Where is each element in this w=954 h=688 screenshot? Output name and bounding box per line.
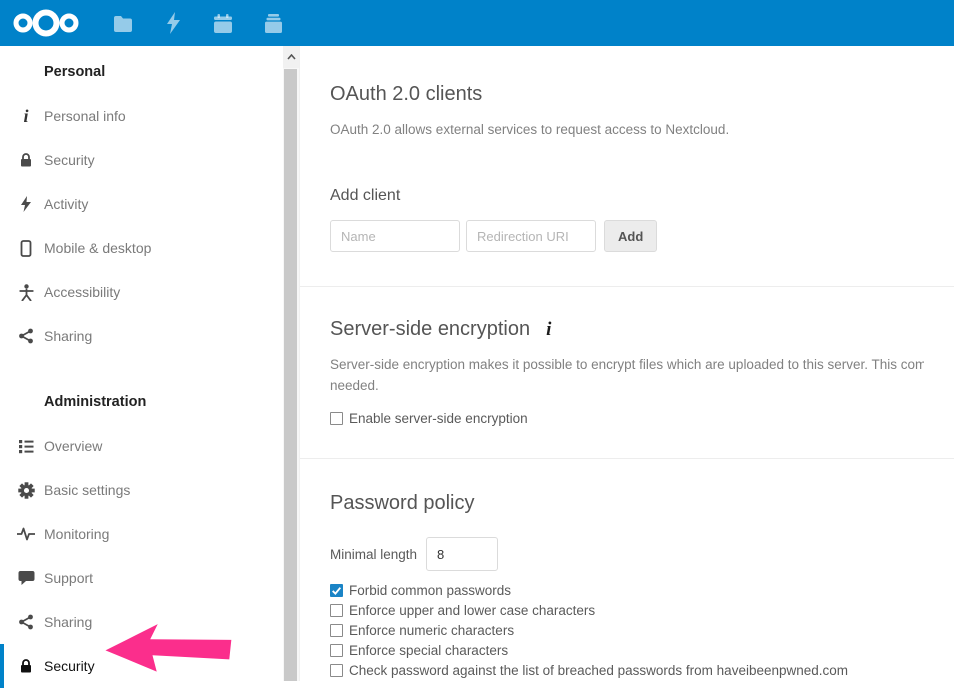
encryption-section: Server-side encryption i Server-side enc… [300,286,954,458]
lock-icon [16,152,36,168]
policy-checkbox-list: Forbid common passwords Enforce upper an… [330,580,924,680]
sidebar-item-sharing-personal[interactable]: Sharing [0,314,299,358]
share-icon [16,328,36,344]
add-client-button[interactable]: Add [604,220,657,252]
encryption-title: Server-side encryption [330,318,530,341]
policy-row-hibp: Check password against the list of breac… [330,660,924,680]
sidebar-item-security-personal[interactable]: Security [0,138,299,182]
list-icon [16,439,36,454]
sidebar-item-personal-info[interactable]: i Personal info [0,94,299,138]
policy-row-upper-lower: Enforce upper and lower case characters [330,600,924,620]
encryption-description-line2: needed. [330,375,924,396]
oauth-section: OAuth 2.0 clients OAuth 2.0 allows exter… [300,46,954,286]
minimal-length-label: Minimal length [330,547,417,562]
policy-row-numeric: Enforce numeric characters [330,620,924,640]
sidebar-scrollbar[interactable] [283,46,299,681]
sidebar-item-mobile-desktop[interactable]: Mobile & desktop [0,226,299,270]
policy-row-special: Enforce special characters [330,640,924,660]
settings-main-content: OAuth 2.0 clients OAuth 2.0 allows exter… [300,46,954,681]
scrollbar-up-arrow-icon[interactable] [283,46,299,68]
password-policy-section: Password policy Minimal length Forbid co… [300,458,954,681]
settings-sidebar: Personal i Personal info Security Activi… [0,46,300,681]
sidebar-item-activity[interactable]: Activity [0,182,299,226]
special-chars-checkbox[interactable] [330,644,343,657]
redirection-uri-input[interactable] [466,220,596,252]
app-files[interactable] [98,0,148,46]
app-calendar[interactable] [198,0,248,46]
encryption-description: Server-side encryption makes it possible… [330,354,924,396]
password-policy-title: Password policy [330,492,924,515]
lightning-icon [166,12,181,34]
sidebar-item-overview[interactable]: Overview [0,424,299,468]
sidebar-item-accessibility[interactable]: Accessibility [0,270,299,314]
archive-icon [263,14,284,33]
sidebar-caption-administration: Administration [0,380,299,424]
lock-icon [16,658,36,674]
share-icon [16,614,36,630]
encryption-description-line1: Server-side encryption makes it possible… [330,354,924,375]
forbid-common-checkbox[interactable] [330,584,343,597]
sidebar-item-security-admin[interactable]: Security [0,644,299,688]
phone-icon [16,240,36,257]
sidebar-section-gap [0,358,299,380]
enable-encryption-label: Enable server-side encryption [349,411,528,426]
chat-icon [16,570,36,586]
nextcloud-logo-icon [13,8,79,38]
folder-icon [113,15,133,32]
upper-lower-checkbox[interactable] [330,604,343,617]
pulse-icon [16,527,36,541]
enable-encryption-checkbox[interactable] [330,412,343,425]
sidebar-item-sharing-admin[interactable]: Sharing [0,600,299,644]
policy-row-forbid-common: Forbid common passwords [330,580,924,600]
client-name-input[interactable] [330,220,460,252]
accessibility-icon [16,284,36,301]
sidebar-item-support[interactable]: Support [0,556,299,600]
enable-encryption-row: Enable server-side encryption [330,408,924,428]
sidebar-item-basic-settings[interactable]: Basic settings [0,468,299,512]
top-header-bar [0,0,954,46]
numeric-checkbox[interactable] [330,624,343,637]
app-activity[interactable] [148,0,198,46]
nextcloud-logo[interactable] [10,0,82,46]
oauth-title: OAuth 2.0 clients [330,83,924,106]
sidebar-item-monitoring[interactable]: Monitoring [0,512,299,556]
add-client-form: Add [330,220,924,252]
gear-icon [16,482,36,499]
oauth-description: OAuth 2.0 allows external services to re… [330,119,924,140]
check-icon [331,585,342,596]
scrollbar-thumb[interactable] [284,69,297,681]
calendar-icon [213,14,233,33]
app-deck[interactable] [248,0,298,46]
minimal-length-row: Minimal length [330,537,924,571]
info-icon: i [16,108,36,124]
info-icon[interactable]: i [546,319,551,341]
minimal-length-input[interactable] [426,537,498,571]
sidebar-caption-personal: Personal [0,50,299,94]
lightning-icon [16,196,36,212]
hibp-checkbox[interactable] [330,664,343,677]
add-client-label: Add client [330,187,924,205]
